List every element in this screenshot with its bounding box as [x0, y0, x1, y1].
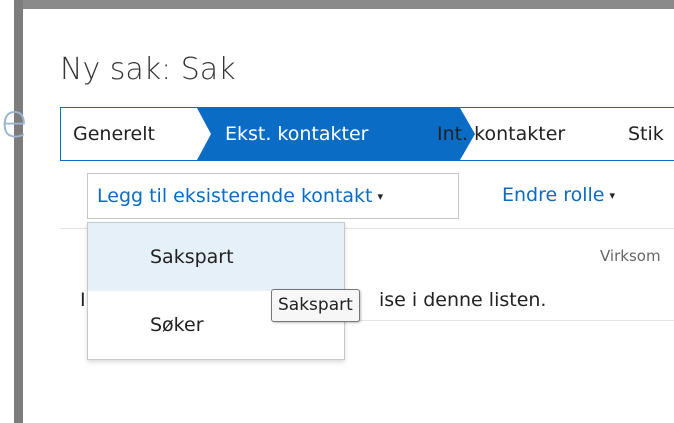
tab-int-kontakter[interactable]: Int. kontakter — [437, 108, 565, 160]
column-header-virksomhet[interactable]: Virksom — [600, 247, 661, 265]
window-top-border — [23, 0, 674, 9]
left-gutter — [0, 0, 14, 423]
tab-ekst-kontakter-label: Ekst. kontakter — [225, 123, 369, 145]
page-title: Ny sak: Sak — [60, 52, 236, 87]
tab-stik[interactable]: Stik — [628, 108, 664, 160]
tab-ekst-kontakter[interactable]: Ekst. kontakter — [197, 108, 475, 160]
empty-message-prefix: I — [80, 289, 86, 311]
add-existing-contact-label: Legg til eksisterende kontakt — [97, 185, 373, 207]
change-role-button[interactable]: Endre rolle ▾ — [502, 173, 615, 219]
add-existing-contact-button[interactable]: Legg til eksisterende kontakt ▾ — [87, 173, 459, 219]
tab-generelt[interactable]: Generelt — [73, 108, 155, 160]
menu-item-sakspart[interactable]: Sakspart — [88, 223, 344, 291]
tooltip: Sakspart — [271, 289, 360, 322]
chevron-down-icon: ▾ — [377, 190, 384, 203]
background-partial-text: e — [0, 94, 29, 148]
toolbar: Legg til eksisterende kontakt ▾ Endre rol… — [60, 164, 674, 224]
chevron-down-icon: ▾ — [609, 189, 616, 202]
window-left-border — [14, 0, 23, 423]
wizard-tabs: Generelt Ekst. kontakter Int. kontakter … — [60, 107, 674, 161]
empty-list-message: ise i denne listen. — [379, 289, 547, 311]
list-row-divider — [344, 320, 674, 321]
change-role-label: Endre rolle — [502, 184, 605, 206]
